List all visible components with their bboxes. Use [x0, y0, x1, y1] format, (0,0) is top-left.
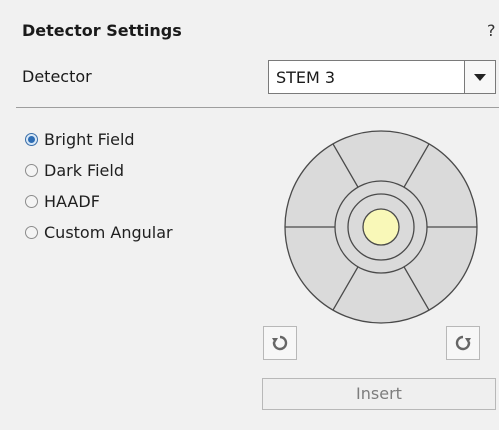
panel-title: Detector Settings	[22, 21, 182, 40]
radio-label: HAADF	[44, 192, 100, 211]
mode-radio-group: Bright Field Dark Field HAADF Custom Ang…	[25, 124, 173, 248]
detector-select[interactable]: STEM 3	[268, 60, 496, 94]
radio-label: Bright Field	[44, 130, 135, 149]
radio-button[interactable]	[25, 133, 38, 146]
bright-field-center[interactable]	[362, 208, 400, 246]
radio-button[interactable]	[25, 164, 38, 177]
divider	[16, 107, 499, 108]
insert-button[interactable]: Insert	[262, 378, 496, 410]
detector-settings-panel: Detector Settings ? Detector STEM 3 Brig…	[0, 0, 499, 430]
radio-bright-field[interactable]: Bright Field	[25, 124, 173, 155]
help-button[interactable]: ?	[487, 21, 496, 40]
radio-button[interactable]	[25, 226, 38, 239]
detector-segment-diagram[interactable]	[283, 129, 479, 325]
radio-custom-angular[interactable]: Custom Angular	[25, 217, 173, 248]
radio-button[interactable]	[25, 195, 38, 208]
radio-dark-field[interactable]: Dark Field	[25, 155, 173, 186]
radio-haadf[interactable]: HAADF	[25, 186, 173, 217]
radio-label: Custom Angular	[44, 223, 173, 242]
rotate-right-button[interactable]	[446, 326, 480, 360]
radio-label: Dark Field	[44, 161, 124, 180]
rotate-left-button[interactable]	[263, 326, 297, 360]
chevron-down-icon[interactable]	[464, 61, 495, 93]
detector-label: Detector	[22, 67, 92, 86]
rotate-ccw-icon	[272, 335, 288, 351]
rotate-cw-icon	[455, 335, 471, 351]
detector-select-value: STEM 3	[276, 68, 336, 87]
